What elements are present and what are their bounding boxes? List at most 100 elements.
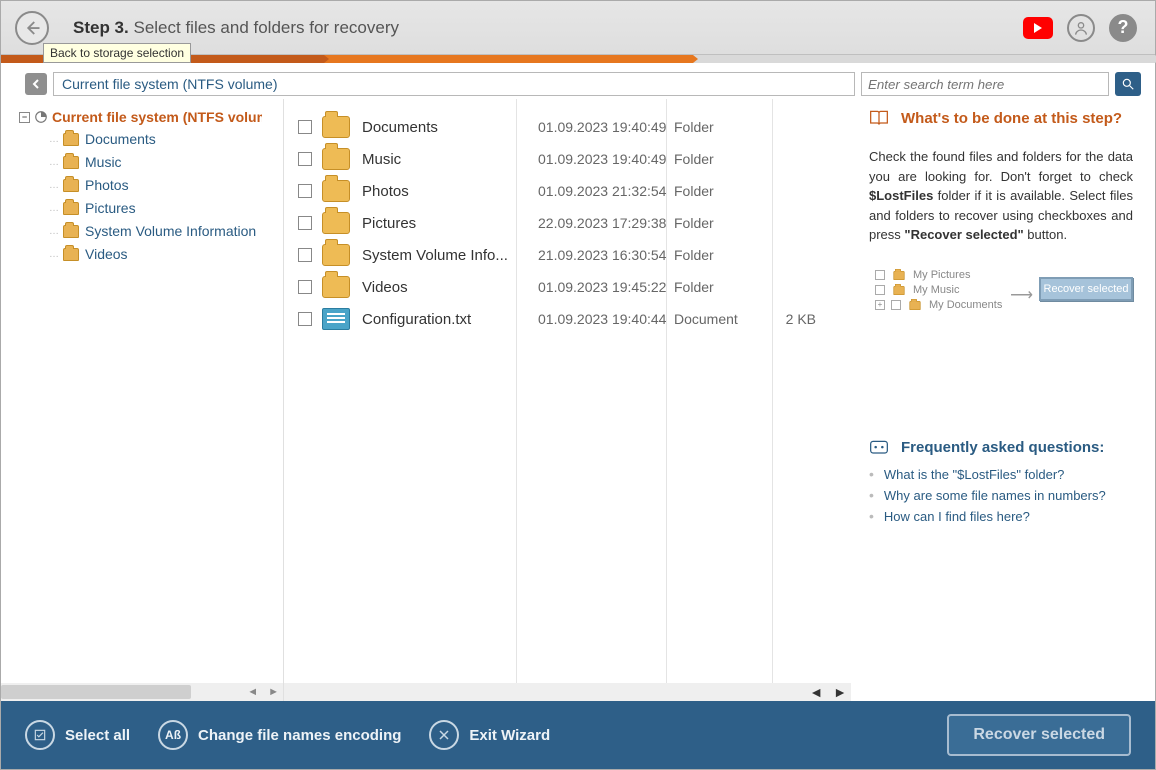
row-checkbox[interactable]	[298, 184, 312, 198]
disk-icon	[34, 110, 48, 124]
scroll-right-icon[interactable]: ►	[268, 686, 279, 698]
file-list-pane: Documents01.09.2023 19:40:49FolderMusic0…	[284, 99, 851, 701]
step-label: Step 3.	[73, 18, 129, 37]
folder-icon	[322, 180, 350, 202]
tree-item[interactable]: …Pictures	[49, 200, 279, 216]
step-title: Select files and folders for recovery	[133, 18, 399, 37]
select-all-icon	[33, 728, 47, 742]
file-type: Document	[674, 311, 774, 327]
folder-icon	[63, 179, 79, 192]
header-title: Step 3. Select files and folders for rec…	[73, 18, 399, 38]
search-input[interactable]	[861, 72, 1109, 96]
file-row[interactable]: Configuration.txt01.09.2023 19:40:44Docu…	[284, 303, 851, 335]
encoding-button[interactable]: Aß Change file names encoding	[158, 720, 401, 750]
row-checkbox[interactable]	[298, 248, 312, 262]
file-type: Folder	[674, 215, 774, 231]
faq-item[interactable]: What is the "$LostFiles" folder?	[869, 467, 1133, 482]
scroll-right-icon[interactable]: ►	[833, 684, 847, 700]
folder-icon	[322, 148, 350, 170]
expander-icon[interactable]: −	[19, 112, 30, 123]
folder-icon	[322, 276, 350, 298]
info-illustration: My Pictures My Music +My Documents ⟶ Rec…	[875, 269, 1133, 329]
folder-icon	[63, 225, 79, 238]
info-heading: What's to be done at this step?	[869, 109, 1133, 127]
scroll-left-icon[interactable]: ◄	[247, 686, 258, 698]
file-name: Music	[362, 151, 538, 168]
file-row[interactable]: System Volume Info...21.09.2023 16:30:54…	[284, 239, 851, 271]
file-row[interactable]: Videos01.09.2023 19:45:22Folder	[284, 271, 851, 303]
help-button[interactable]: ?	[1109, 14, 1137, 42]
file-date: 01.09.2023 19:45:22	[538, 279, 674, 295]
row-checkbox[interactable]	[298, 216, 312, 230]
file-name: Pictures	[362, 215, 538, 232]
search-button[interactable]	[1115, 72, 1141, 96]
recover-selected-button[interactable]: Recover selected	[947, 714, 1131, 756]
file-date: 01.09.2023 19:40:49	[538, 151, 674, 167]
folder-icon	[63, 202, 79, 215]
file-name: Photos	[362, 183, 538, 200]
file-row[interactable]: Photos01.09.2023 21:32:54Folder	[284, 175, 851, 207]
file-row[interactable]: Documents01.09.2023 19:40:49Folder	[284, 111, 851, 143]
file-row[interactable]: Music01.09.2023 19:40:49Folder	[284, 143, 851, 175]
file-type: Folder	[674, 119, 774, 135]
file-date: 01.09.2023 19:40:44	[538, 311, 674, 327]
youtube-icon[interactable]	[1023, 17, 1053, 39]
arrow-right-icon: ⟶	[1010, 285, 1033, 305]
file-type: Folder	[674, 151, 774, 167]
back-button[interactable]	[15, 11, 49, 45]
breadcrumb-path[interactable]: Current file system (NTFS volume)	[53, 72, 855, 96]
folder-icon	[322, 244, 350, 266]
file-name: Documents	[362, 119, 538, 136]
close-icon	[438, 729, 450, 741]
file-size: 2 KB	[774, 311, 816, 327]
file-type: Folder	[674, 183, 774, 199]
folder-icon	[63, 156, 79, 169]
info-pane: What's to be done at this step? Check th…	[851, 99, 1155, 701]
encoding-icon: Aß	[158, 720, 188, 750]
file-name: Videos	[362, 279, 538, 296]
file-date: 22.09.2023 17:29:38	[538, 215, 674, 231]
file-name: System Volume Info...	[362, 247, 538, 264]
arrow-left-icon	[23, 19, 41, 37]
tree-pane: − Current file system (NTFS volume) …Doc…	[1, 99, 284, 701]
illus-recover-button: Recover selected	[1039, 277, 1133, 301]
tree-item[interactable]: …Photos	[49, 177, 279, 193]
row-checkbox[interactable]	[298, 280, 312, 294]
row-checkbox[interactable]	[298, 120, 312, 134]
book-icon	[869, 109, 889, 127]
bottom-bar: Select all Aß Change file names encoding…	[1, 701, 1155, 769]
tree-item[interactable]: …Documents	[49, 131, 279, 147]
user-icon	[1073, 20, 1089, 36]
row-checkbox[interactable]	[298, 312, 312, 326]
exit-wizard-button[interactable]: Exit Wizard	[429, 720, 550, 750]
file-row[interactable]: Pictures22.09.2023 17:29:38Folder	[284, 207, 851, 239]
tree-item-label: System Volume Information	[85, 223, 256, 239]
file-type: Folder	[674, 279, 774, 295]
folder-icon	[63, 133, 79, 146]
faq-item[interactable]: Why are some file names in numbers?	[869, 488, 1133, 503]
tree-root[interactable]: − Current file system (NTFS volume)	[19, 109, 279, 125]
file-type: Folder	[674, 247, 774, 263]
scroll-left-icon[interactable]: ◄	[809, 684, 823, 700]
tree-item[interactable]: …Videos	[49, 246, 279, 262]
file-date: 01.09.2023 19:40:49	[538, 119, 674, 135]
search-icon	[1121, 77, 1135, 91]
row-checkbox[interactable]	[298, 152, 312, 166]
select-all-button[interactable]: Select all	[25, 720, 130, 750]
folder-icon	[63, 248, 79, 261]
main-area: − Current file system (NTFS volume) …Doc…	[1, 99, 1155, 701]
tree-item-label: Music	[85, 154, 122, 170]
tree-hscroll[interactable]: ◄ ►	[1, 683, 283, 701]
tree-item[interactable]: …System Volume Information	[49, 223, 279, 239]
account-button[interactable]	[1067, 14, 1095, 42]
breadcrumb-row: Current file system (NTFS volume)	[1, 63, 1155, 99]
folder-icon	[322, 212, 350, 234]
chevron-left-icon	[31, 79, 41, 89]
list-hscroll[interactable]: ◄ ►	[284, 683, 851, 701]
tree-item-label: Photos	[85, 177, 129, 193]
breadcrumb-back-button[interactable]	[25, 73, 47, 95]
tree-item-label: Documents	[85, 131, 156, 147]
faq-item[interactable]: How can I find files here?	[869, 509, 1133, 524]
file-date: 21.09.2023 16:30:54	[538, 247, 674, 263]
tree-item[interactable]: …Music	[49, 154, 279, 170]
